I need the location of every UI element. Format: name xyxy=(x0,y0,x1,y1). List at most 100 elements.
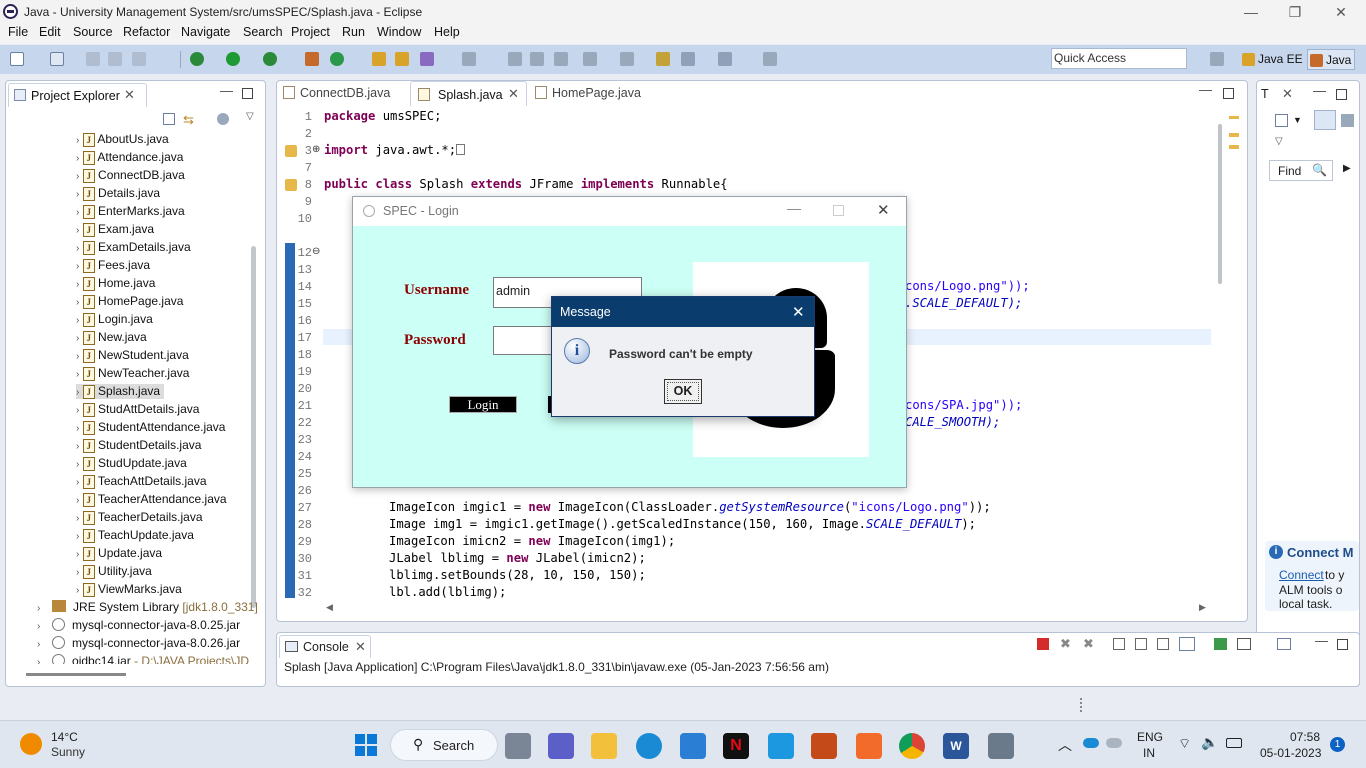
save-icon[interactable] xyxy=(86,52,100,66)
list-item-file[interactable]: › J HomePage.java xyxy=(76,294,183,309)
minimize-editor-icon[interactable]: — xyxy=(1199,82,1212,97)
netflix-icon[interactable]: N xyxy=(723,733,749,759)
expand-arrow-icon[interactable]: › xyxy=(76,153,79,164)
maximize-pane-icon[interactable] xyxy=(242,88,253,99)
expand-arrow-icon[interactable]: › xyxy=(37,639,40,650)
expand-arrow-icon[interactable]: › xyxy=(76,513,79,524)
tab-homepage[interactable]: HomePage.java xyxy=(535,86,641,100)
list-item-jar[interactable]: › mysql-connector-java-8.0.26.jar xyxy=(37,636,240,650)
last-edit-icon[interactable] xyxy=(656,52,670,66)
find-input[interactable]: Find 🔍 xyxy=(1269,160,1333,181)
close-tab-icon[interactable]: ✕ xyxy=(355,639,366,655)
game-icon[interactable] xyxy=(811,733,837,759)
list-item-file[interactable]: › J Details.java xyxy=(76,186,160,201)
code-fragment[interactable]: cons/SPA.jpg")); xyxy=(905,398,1022,412)
mail-icon[interactable] xyxy=(680,733,706,759)
minimize-pane-icon[interactable]: — xyxy=(1313,83,1326,98)
chrome-icon[interactable] xyxy=(899,733,925,759)
list-item-file[interactable]: › J StudUpdate.java xyxy=(76,456,187,471)
expand-arrow-icon[interactable]: › xyxy=(76,531,79,542)
list-item-file[interactable]: › J ExamDetails.java xyxy=(76,240,191,255)
weather-desc[interactable]: Sunny xyxy=(51,745,85,759)
fold-minus-icon[interactable]: ⊖ xyxy=(312,246,320,257)
minimize-pane-icon[interactable]: — xyxy=(220,83,233,98)
back-icon[interactable] xyxy=(681,52,695,66)
open-perspective-icon[interactable] xyxy=(1210,52,1224,66)
code-line[interactable]: Image img1 = imgic1.getImage().getScaled… xyxy=(389,517,976,531)
search-tool-icon[interactable] xyxy=(420,52,434,66)
list-item-jar[interactable]: › mysql-connector-java-8.0.25.jar xyxy=(37,618,240,632)
menu-search[interactable]: Search xyxy=(243,25,283,39)
new-java-package-icon[interactable] xyxy=(305,52,319,66)
run-icon[interactable] xyxy=(226,52,240,66)
toggle-whitespace-icon[interactable] xyxy=(508,52,522,66)
code-line[interactable]: JLabel lblimg = new JLabel(imicn2); xyxy=(389,551,646,565)
weather-temp[interactable]: 14°C xyxy=(51,730,78,744)
close-dialog-icon[interactable]: ✕ xyxy=(792,303,805,321)
toggle-mark-icon[interactable] xyxy=(462,52,476,66)
categorized-icon[interactable] xyxy=(1314,110,1336,130)
expand-arrow-icon[interactable]: › xyxy=(76,441,79,452)
tree-h-scrollbar[interactable] xyxy=(26,673,126,676)
dropdown-icon[interactable]: ▼ xyxy=(1293,115,1302,125)
list-item-file[interactable]: › J EnterMarks.java xyxy=(76,204,185,219)
expand-arrow-icon[interactable]: › xyxy=(76,495,79,506)
quick-access-input[interactable]: Quick Access xyxy=(1051,48,1187,69)
list-item-file[interactable]: › J Home.java xyxy=(76,276,155,291)
sun-icon[interactable] xyxy=(20,733,42,755)
list-item-jre[interactable]: › JRE System Library [jdk1.8.0_331] xyxy=(37,600,258,614)
remove-launch-icon[interactable]: ✖ xyxy=(1060,636,1071,652)
task-tab-label[interactable]: T xyxy=(1261,87,1269,101)
list-item-file[interactable]: › J TeacherAttendance.java xyxy=(76,492,227,507)
battery-icon[interactable] xyxy=(1226,738,1242,748)
cloud-icon[interactable] xyxy=(1106,738,1122,748)
expand-arrow-icon[interactable]: › xyxy=(76,477,79,488)
open-console-icon[interactable] xyxy=(1277,638,1291,650)
expand-arrow-icon[interactable]: › xyxy=(76,189,79,200)
login-button[interactable]: Login xyxy=(449,396,517,413)
list-item-file[interactable]: › J Update.java xyxy=(76,546,162,561)
minimize-button[interactable]: — xyxy=(787,200,801,216)
forward-icon[interactable] xyxy=(718,52,732,66)
expand-arrow-icon[interactable]: › xyxy=(76,243,79,254)
display-console-icon[interactable] xyxy=(1237,638,1251,650)
menu-navigate[interactable]: Navigate xyxy=(181,25,230,39)
expand-arrow-icon[interactable]: ▶ xyxy=(1343,163,1351,174)
volume-icon[interactable]: 🔈 xyxy=(1201,734,1218,751)
next-annotation-icon[interactable] xyxy=(583,52,597,66)
show-console-icon[interactable] xyxy=(1179,637,1195,651)
expand-arrow-icon[interactable]: › xyxy=(76,405,79,416)
block-selection-icon[interactable] xyxy=(530,52,544,66)
expand-arrow-icon[interactable]: › xyxy=(76,171,79,182)
search-box[interactable]: ⚲ Search xyxy=(390,729,498,761)
maximize-pane-icon[interactable] xyxy=(1337,639,1348,650)
warning-marker-icon[interactable] xyxy=(285,179,297,191)
expand-arrow-icon[interactable]: › xyxy=(76,567,79,578)
list-item-file[interactable]: › J Exam.java xyxy=(76,222,154,237)
expand-arrow-icon[interactable]: › xyxy=(76,315,79,326)
menu-refactor[interactable]: Refactor xyxy=(123,25,170,39)
code-line[interactable]: ImageIcon imgic1 = new ImageIcon(ClassLo… xyxy=(389,500,991,514)
perspective-java[interactable]: Java xyxy=(1307,49,1355,70)
xampp-icon[interactable] xyxy=(856,733,882,759)
list-item-file[interactable]: › J StudentDetails.java xyxy=(76,438,201,453)
console-tab[interactable]: Console ✕ xyxy=(279,635,371,658)
link-with-editor-icon[interactable]: ⇆ xyxy=(183,112,194,128)
java-app-icon[interactable] xyxy=(988,733,1014,759)
list-item-file[interactable]: › J TeachAttDetails.java xyxy=(76,474,207,489)
start-button[interactable] xyxy=(355,734,377,756)
expand-arrow-icon[interactable]: › xyxy=(37,621,40,632)
expand-arrow-icon[interactable]: › xyxy=(76,261,79,272)
new-java-class-icon[interactable] xyxy=(330,52,344,66)
connect-link[interactable]: Connect xyxy=(1279,568,1324,582)
list-item-file[interactable]: › J New.java xyxy=(76,330,147,345)
language-label[interactable]: ENG xyxy=(1137,730,1163,744)
remove-all-icon[interactable]: ✖ xyxy=(1083,636,1094,652)
clock-date[interactable]: 05-01-2023 xyxy=(1260,746,1321,760)
word-wrap-icon[interactable] xyxy=(1157,638,1169,650)
code-fragment[interactable]: cons/Logo.png")); xyxy=(905,279,1030,293)
code-line[interactable]: lbl.add(lblimg); xyxy=(389,585,506,599)
menu-file[interactable]: File xyxy=(8,25,28,39)
menu-run[interactable]: Run xyxy=(342,25,365,39)
file-explorer-icon[interactable] xyxy=(591,733,617,759)
